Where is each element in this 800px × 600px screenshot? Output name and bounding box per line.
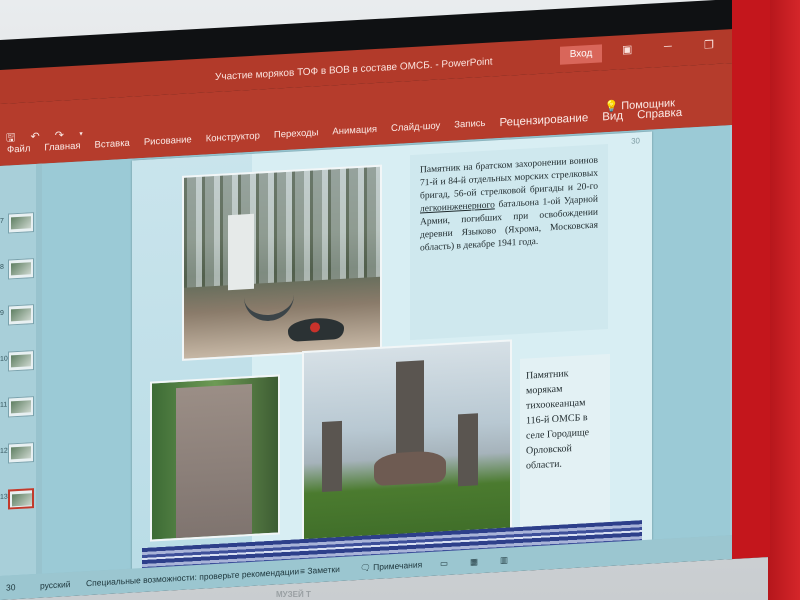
memorial-anchor-photo[interactable]	[182, 164, 382, 361]
star-shape	[310, 322, 320, 333]
thumbnail-preview	[11, 400, 31, 414]
thumbnail-number: 7	[0, 217, 4, 225]
slide-thumbnail[interactable]	[8, 258, 34, 280]
ribbon-tab[interactable]: Файл	[0, 140, 37, 160]
accessibility-check[interactable]: Специальные возможности: проверьте реком…	[86, 566, 299, 588]
thumbnail-number: 13	[0, 493, 8, 501]
restore-icon[interactable]: ❐	[704, 38, 718, 53]
app-body: 7 8 9 10 11 12 13 30 Памятник на братском захо…	[0, 122, 770, 600]
ribbon-tab[interactable]: Переходы	[267, 124, 326, 145]
reading-view-icon[interactable]: ▥	[500, 555, 508, 566]
normal-view-icon[interactable]: ▭	[440, 558, 448, 569]
comments-label: Примечания	[373, 559, 423, 573]
ribbon-tab[interactable]: Рецензирование	[492, 109, 595, 133]
comments-button[interactable]: 🗨 Примечания	[360, 559, 422, 573]
red-wall-strip	[732, 0, 770, 560]
ribbon-tab[interactable]: Слайд-шоу	[384, 117, 447, 139]
notes-button[interactable]: ≡ Заметки	[300, 564, 340, 576]
comment-icon: 🗨	[360, 562, 374, 573]
thumbnail-preview	[11, 308, 31, 322]
left-pillar	[322, 420, 342, 492]
obelisk-shape	[228, 213, 254, 291]
memorial-pillars-photo[interactable]	[302, 339, 512, 557]
slide-thumbnail[interactable]	[8, 350, 34, 372]
slide-sorter-icon[interactable]: ▦	[470, 556, 478, 567]
slide-thumbnail[interactable]	[8, 442, 34, 464]
lightbulb-icon: 💡	[604, 100, 619, 114]
monitor-brand-label: МУЗЕЙ Т	[276, 590, 311, 599]
ribbon-tab[interactable]: Рисование	[137, 131, 199, 152]
language-indicator[interactable]: русский	[40, 579, 71, 591]
ribbon-display-icon[interactable]: ▣	[622, 42, 636, 57]
current-slide[interactable]: 30 Памятник на братском захоронении воин…	[132, 131, 652, 581]
forest-background	[184, 166, 380, 288]
plaque-engraving	[182, 394, 246, 406]
thumbnail-number: 11	[0, 401, 8, 409]
slide-info: 30	[6, 582, 16, 593]
memorial-plaque-photo[interactable]	[150, 374, 280, 542]
slide-thumbnail[interactable]	[8, 212, 34, 234]
thumbnail-preview	[11, 354, 31, 368]
ribbon-tab[interactable]: Запись	[447, 114, 492, 135]
plaque-stone	[176, 383, 252, 539]
description-text-part1: Памятник на братском захоронении воинов …	[420, 155, 598, 202]
memorial-description-text[interactable]: Памятник на братском захоронении воинов …	[410, 144, 608, 341]
slide-number: 30	[631, 136, 640, 146]
thumbnail-number: 9	[0, 309, 4, 317]
ribbon-tab[interactable]: Конструктор	[199, 127, 267, 149]
ribbon-tab[interactable]: Главная	[37, 137, 87, 158]
sailor-cap-shape	[288, 316, 344, 342]
wall-background	[768, 0, 800, 600]
thumbnail-preview	[12, 493, 32, 507]
thumbnail-preview	[11, 216, 31, 230]
slide-thumbnail[interactable]	[8, 396, 34, 418]
memorial-caption-text[interactable]: Памятник морякам тихоокеанцам 116-й ОМСБ…	[520, 353, 610, 529]
thumbnail-number: 10	[0, 355, 8, 363]
thumbnail-preview	[11, 262, 31, 276]
thumbnail-preview	[11, 446, 31, 460]
memorial-rock	[374, 450, 446, 487]
description-link-word: легкоинженерного	[420, 200, 495, 215]
minimize-icon[interactable]: ─	[664, 40, 678, 55]
ribbon-tab[interactable]: Вставка	[88, 134, 137, 155]
thumbnail-number: 12	[0, 447, 8, 455]
anchor-shape	[244, 291, 294, 323]
login-button[interactable]: Вход	[560, 44, 602, 65]
slide-thumbnail[interactable]	[8, 488, 34, 510]
notes-label: Заметки	[307, 563, 340, 576]
monitor-screen: Участие моряков ТОФ в ВОВ в составе ОМСБ…	[0, 0, 770, 600]
thumbnail-number: 8	[0, 263, 4, 271]
slide-thumbnail[interactable]	[8, 304, 34, 326]
slide-canvas-area: 30 Памятник на братском захоронении воин…	[42, 124, 742, 581]
right-pillar	[458, 413, 478, 487]
ribbon-tab[interactable]: Анимация	[325, 121, 384, 142]
